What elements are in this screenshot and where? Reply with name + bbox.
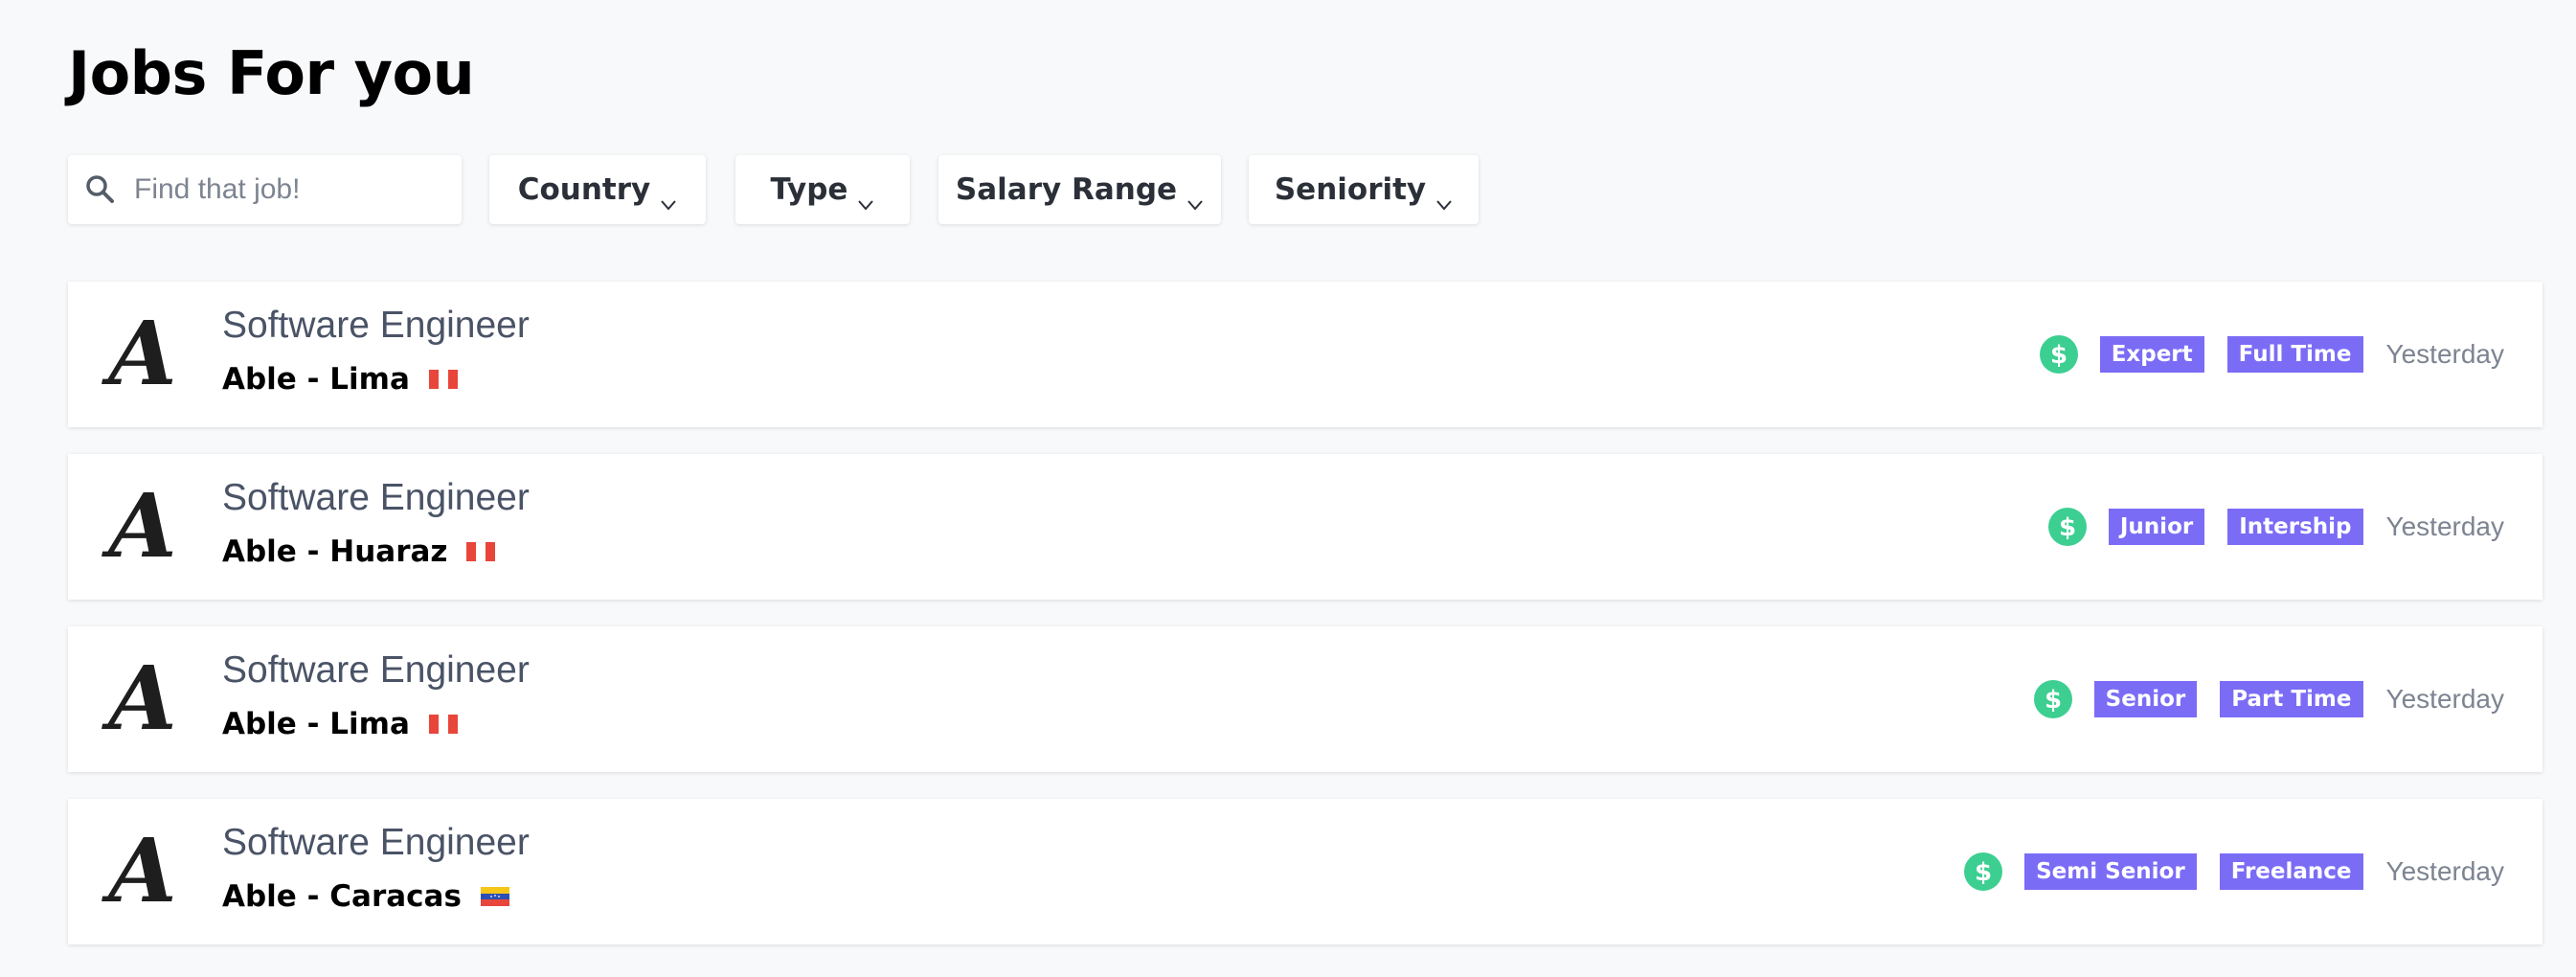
chevron-down-icon <box>1186 184 1204 211</box>
job-card[interactable]: A Software Engineer Able - Huaraz $ Juni… <box>68 454 2542 600</box>
page-title: Jobs For you <box>68 38 475 108</box>
peru-flag-icon <box>466 542 496 561</box>
page: Jobs For you Country Type Salary <box>0 0 2576 977</box>
company-name: Able - Lima <box>222 707 410 741</box>
venezuela-flag-icon <box>480 887 509 906</box>
seniority-filter-button[interactable]: Seniority <box>1249 155 1479 224</box>
job-meta: $ Senior Part Time Yesterday <box>2033 626 2504 772</box>
company-location: Able - Caracas <box>222 879 509 914</box>
salary-range-filter-button[interactable]: Salary Range <box>938 155 1221 224</box>
company-location: Able - Lima <box>222 707 458 741</box>
seniority-tag: Expert <box>2099 336 2204 373</box>
company-name: Able - Huaraz <box>222 534 448 569</box>
chevron-down-icon <box>1435 184 1453 211</box>
search-input[interactable] <box>134 155 450 224</box>
job-type-tag: Intership <box>2227 509 2363 545</box>
dollar-icon: $ <box>1963 852 2003 892</box>
search-icon <box>83 172 118 207</box>
dollar-icon: $ <box>2039 334 2079 375</box>
dollar-icon: $ <box>2033 679 2073 719</box>
seniority-tag: Senior <box>2093 681 2198 717</box>
company-name: Able - Lima <box>222 362 410 397</box>
posted-date: Yesterday <box>2385 684 2505 714</box>
job-card[interactable]: A Software Engineer Able - Lima $ Senior… <box>68 626 2542 772</box>
search-box[interactable] <box>68 155 462 224</box>
seniority-filter-label: Seniority <box>1274 172 1427 207</box>
type-filter-label: Type <box>770 172 848 207</box>
company-logo: A <box>108 647 177 750</box>
salary-range-filter-label: Salary Range <box>955 172 1178 207</box>
company-location: Able - Lima <box>222 362 458 397</box>
job-type-tag: Part Time <box>2220 681 2363 717</box>
dollar-icon: $ <box>2047 507 2088 547</box>
peru-flag-icon <box>428 715 458 734</box>
svg-text:$: $ <box>2050 341 2068 370</box>
job-meta: $ Junior Intership Yesterday <box>2047 454 2504 600</box>
job-title[interactable]: Software Engineer <box>222 477 530 519</box>
chevron-down-icon <box>857 184 874 211</box>
job-type-tag: Freelance <box>2219 853 2363 890</box>
svg-text:$: $ <box>2059 513 2076 542</box>
country-filter-button[interactable]: Country <box>489 155 706 224</box>
posted-date: Yesterday <box>2385 339 2505 369</box>
job-title[interactable]: Software Engineer <box>222 649 530 692</box>
company-name: Able - Caracas <box>222 879 462 914</box>
type-filter-button[interactable]: Type <box>735 155 910 224</box>
chevron-down-icon <box>660 184 677 211</box>
svg-text:$: $ <box>2045 686 2062 715</box>
company-logo: A <box>108 302 177 405</box>
job-meta: $ Expert Full Time Yesterday <box>2039 282 2504 427</box>
company-logo: A <box>108 819 177 922</box>
job-type-tag: Full Time <box>2226 336 2363 373</box>
job-title[interactable]: Software Engineer <box>222 305 530 347</box>
svg-text:$: $ <box>1975 858 1992 887</box>
job-card[interactable]: A Software Engineer Able - Caracas $ Sem… <box>68 799 2542 944</box>
country-filter-label: Country <box>517 172 651 207</box>
seniority-tag: Semi Senior <box>2024 853 2197 890</box>
job-title[interactable]: Software Engineer <box>222 822 530 864</box>
seniority-tag: Junior <box>2108 509 2205 545</box>
posted-date: Yesterday <box>2385 856 2505 886</box>
company-location: Able - Huaraz <box>222 534 496 569</box>
peru-flag-icon <box>428 370 458 389</box>
job-meta: $ Semi Senior Freelance Yesterday <box>1963 799 2504 944</box>
company-logo: A <box>108 474 177 578</box>
posted-date: Yesterday <box>2385 511 2505 541</box>
job-card[interactable]: A Software Engineer Able - Lima $ Expert… <box>68 282 2542 427</box>
